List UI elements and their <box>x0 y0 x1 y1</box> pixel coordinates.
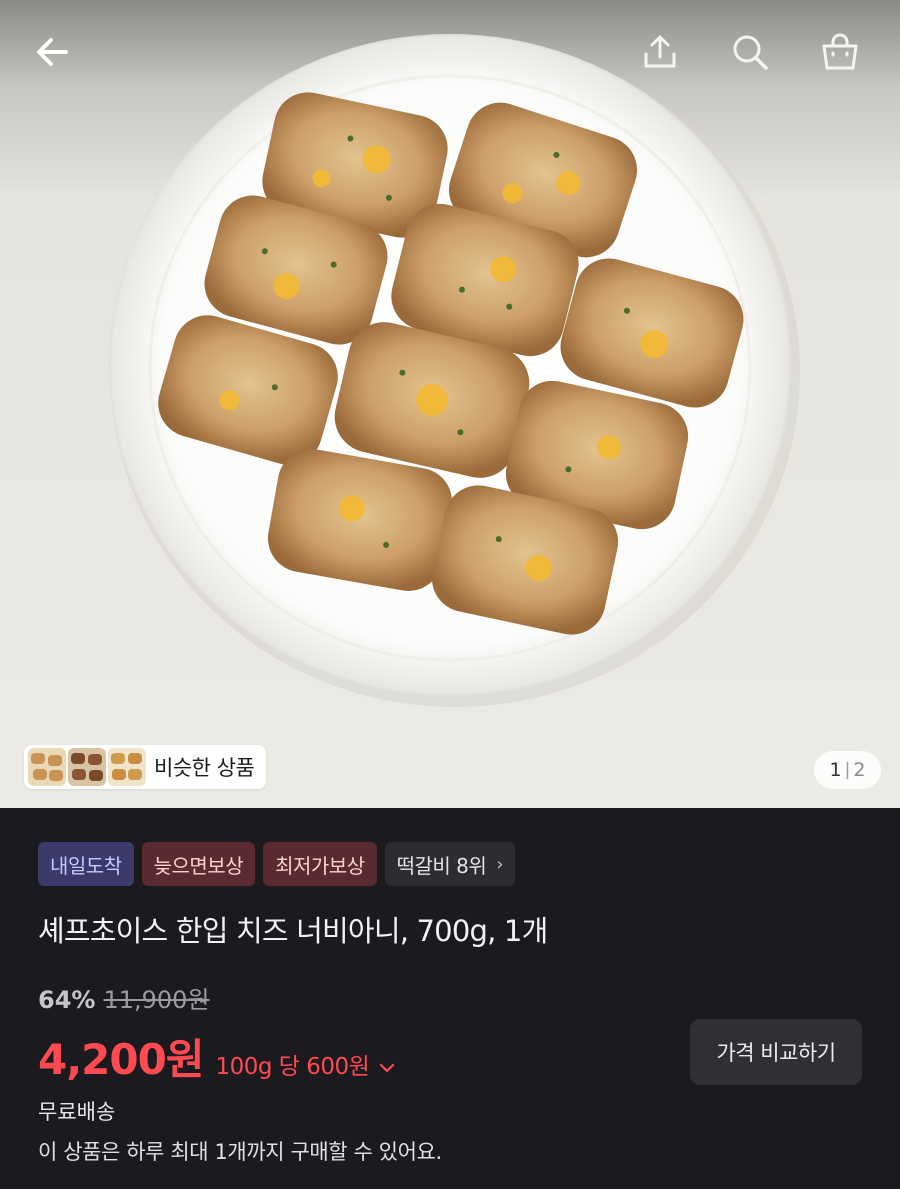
page-total: 2 <box>853 759 866 781</box>
page-current: 1 <box>829 759 842 781</box>
back-button[interactable] <box>22 22 82 82</box>
shopping-bag-icon <box>822 33 858 70</box>
similar-thumb-3 <box>108 748 146 786</box>
price-row: 4,200원 100g 당 600원 <box>38 1026 395 1087</box>
purchase-limit-notice: 이 상품은 하루 최대 1개까지 구매할 수 있어요. <box>38 1140 442 1164</box>
product-info-panel: 내일도착 늦으면보상 최저가보상 떡갈비 8위 › 셰프초이스 한입 치즈 너비… <box>0 808 900 1189</box>
product-photo <box>109 34 800 707</box>
cart-button[interactable] <box>810 22 870 82</box>
next-day-delivery-badge: 내일도착 <box>38 842 134 886</box>
sale-price: 4,200원 <box>38 1035 204 1084</box>
lowest-price-compensation-badge: 최저가보상 <box>263 842 377 886</box>
search-button[interactable] <box>720 22 780 82</box>
share-icon <box>644 35 676 68</box>
unit-price[interactable]: 100g 당 600원 <box>216 1047 370 1081</box>
rank-label: 떡갈비 8위 <box>396 853 487 878</box>
image-page-counter: 1 | 2 <box>814 751 881 789</box>
compare-price-button[interactable]: 가격 비교하기 <box>690 1019 862 1085</box>
similar-thumb-2 <box>68 748 106 786</box>
discount-rate: 64% <box>38 986 96 1014</box>
chevron-down-icon[interactable] <box>379 1058 395 1079</box>
search-icon <box>733 35 768 70</box>
similar-products-button[interactable]: 비슷한 상품 <box>24 745 267 789</box>
back-arrow-icon <box>37 38 68 66</box>
shipping-info: 무료배송 <box>38 1100 116 1124</box>
page-separator: | <box>844 760 851 780</box>
original-price: 11,900원 <box>103 986 210 1014</box>
share-button[interactable] <box>630 22 690 82</box>
similar-products-label: 비슷한 상품 <box>154 756 255 780</box>
product-title: 셰프초이스 한입 치즈 너비아니, 700g, 1개 <box>38 914 548 948</box>
discount-row: 64% 11,900원 <box>38 980 210 1015</box>
chevron-right-icon: › <box>496 853 503 875</box>
badge-row: 내일도착 늦으면보상 최저가보상 떡갈비 8위 › <box>38 842 515 886</box>
product-image-carousel[interactable]: 비슷한 상품 1 | 2 <box>0 0 900 808</box>
late-compensation-badge: 늦으면보상 <box>141 842 256 886</box>
similar-thumb-1 <box>28 748 66 786</box>
category-rank-badge[interactable]: 떡갈비 8위 › <box>384 842 515 886</box>
